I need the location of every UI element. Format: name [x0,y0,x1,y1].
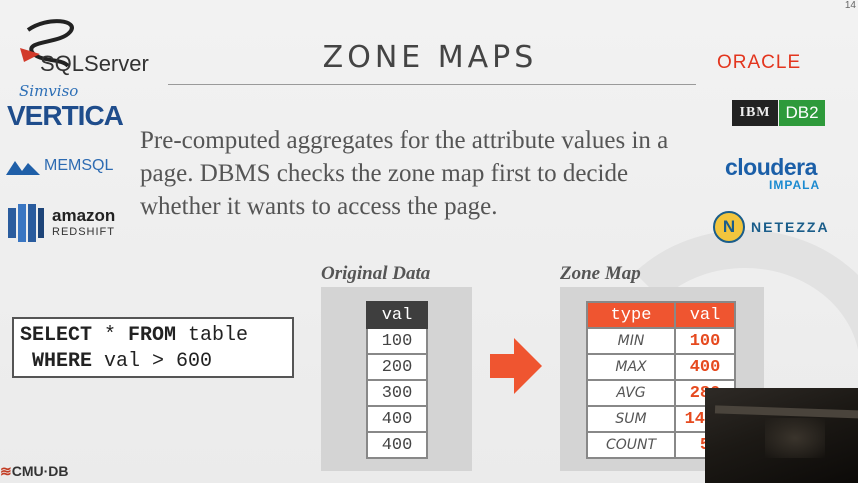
zone-val-cell: 400 [674,353,736,381]
ibm-wordmark: IBM [732,100,778,126]
amazon-wordmark: amazon [52,206,116,225]
netezza-wordmark: NETEZZA [751,219,830,235]
video-overlay[interactable] [705,388,858,483]
table-row: 300 [366,379,428,407]
zone-type-cell: SUM [586,405,676,433]
sql-line-1: SELECT * FROM table [20,323,286,349]
zone-type-cell: MIN [586,327,676,355]
original-data-caption: Original Data [321,263,431,284]
sql-line-2: WHERE val > 600 [20,349,286,375]
sql-text: table [176,324,249,347]
oracle-logo: ORACLE [717,52,802,73]
sql-text: * [92,324,129,347]
memsql-wordmark: MEMSQL [44,157,114,174]
amazon-redshift-logo: amazon REDSHIFT [6,202,121,244]
sqlserver-wordmark: SQLServer [40,51,149,76]
sql-keyword-where: WHERE [32,350,93,373]
sql-keyword-from: FROM [128,324,177,347]
original-data-table: val 100 200 300 400 400 [366,301,428,459]
sqlserver-logo: SQLServer [10,18,149,80]
db2-wordmark: DB2 [779,100,825,126]
netezza-logo: N NETEZZA [713,211,853,243]
cmu-db-footer-logo: ≋CMU·DB [0,463,69,480]
redshift-cylinder-icon [8,204,44,242]
table-row: 200 [366,353,428,381]
vertica-logo: Simviso VERTICA [5,82,124,132]
table-cell: 400 [366,431,428,459]
sql-query-box: SELECT * FROM table WHERE val > 600 [12,317,294,378]
table-row: 100 [366,327,428,355]
table-row: 400 [366,405,428,433]
right-arrow-icon [490,338,542,394]
original-header-val: val [366,301,428,329]
table-row: MAX 400 [586,353,736,381]
table-cell: 200 [366,353,428,381]
impala-wordmark: IMPALA [769,178,821,192]
slide-description: Pre-computed aggregates for the attribut… [140,127,669,220]
zone-val-cell: 100 [674,327,736,355]
vertica-overlay-text: Simviso [19,82,79,100]
table-cell: 300 [366,379,428,407]
zone-type-cell: AVG [586,379,676,407]
vertica-wordmark: VERTICA [7,100,124,131]
redshift-wordmark: REDSHIFT [52,226,115,238]
memsql-logo: MEMSQL [6,155,121,179]
zone-map-caption: Zone Map [560,263,641,284]
table-cell: 400 [366,405,428,433]
zone-type-cell: MAX [586,353,676,381]
netezza-badge-icon: N [713,211,745,243]
slide: 14 SQLServer Simviso VERTICA MEMSQL amaz… [0,0,858,483]
table-row: 400 [366,431,428,459]
memsql-mountain-icon [6,161,40,175]
video-frame-glow [765,418,825,458]
cmu-db-mark-icon: ≋ [0,463,12,479]
cloudera-wordmark: cloudera [725,154,817,180]
table-row: MIN 100 [586,327,736,355]
table-cell: 100 [366,327,428,355]
title-divider [168,84,696,85]
zone-type-cell: COUNT [586,431,676,459]
video-frame-content [714,405,858,419]
cloudera-impala-logo: cloudera IMPALA [725,154,835,192]
page-number: 14 [844,0,856,11]
zone-header-type: type [586,301,676,329]
sql-keyword-select: SELECT [20,324,93,347]
zone-header-val: val [674,301,736,329]
slide-title: ZONE MAPS [322,40,538,75]
sql-text: val > 600 [92,350,213,373]
cmu-db-label: CMU·DB [11,463,69,479]
